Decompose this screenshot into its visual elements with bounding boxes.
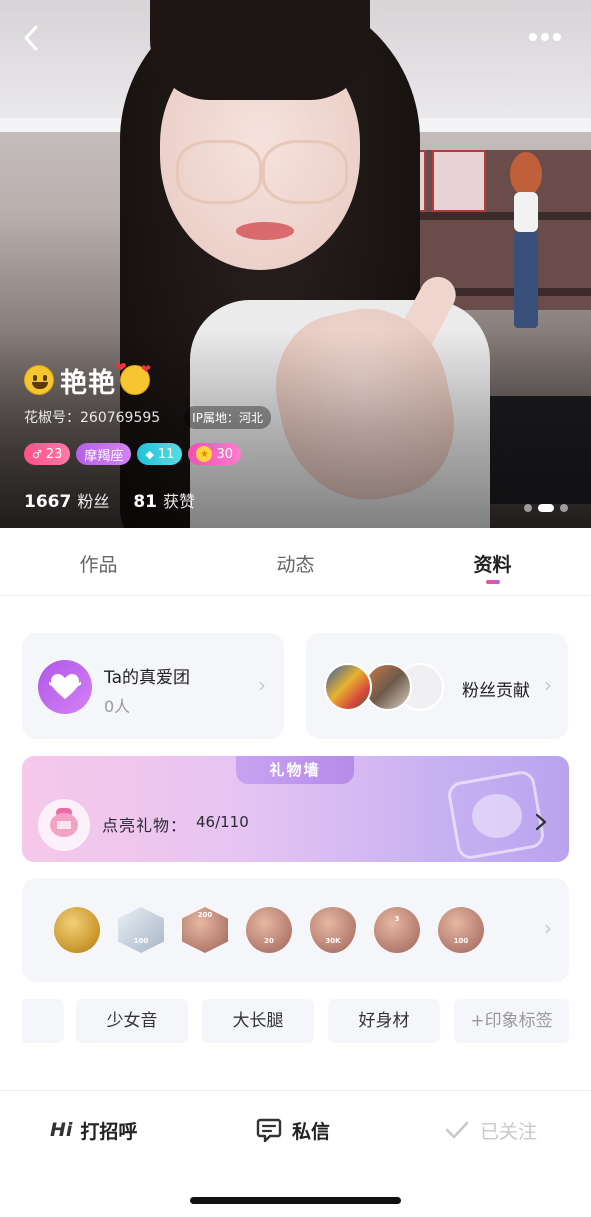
hi-icon: Hi <box>50 1119 73 1141</box>
user-id: 花椒号：260769595 <box>24 410 161 426</box>
message-button[interactable]: 私信 <box>256 1113 330 1147</box>
likes-label: 获赞 <box>163 492 196 511</box>
silver-play-medal-icon: 100 <box>118 907 164 953</box>
bronze-heart-medal-icon: 3 <box>374 907 420 953</box>
star-badge[interactable]: ★ 30 <box>188 443 241 465</box>
gift-icon <box>38 799 90 851</box>
tab-moments[interactable]: 动态 <box>197 528 394 595</box>
tab-works[interactable]: 作品 <box>0 528 197 595</box>
nickname: 艳艳 <box>60 367 116 399</box>
gift-progress: 46/110 <box>196 813 249 831</box>
contributor-avatar <box>324 663 372 711</box>
chevron-right-icon: › <box>544 673 552 697</box>
bronze-100-medal-icon: 100 <box>438 907 484 953</box>
figurine <box>500 152 550 332</box>
profile-tabs: 作品 动态 资料 <box>0 528 591 596</box>
impression-tag[interactable]: 女 <box>22 999 64 1043</box>
bronze-30k-medal-icon: 30K <box>310 907 356 953</box>
fan-club-title: Ta的真爱团 <box>104 668 190 688</box>
page-dot-active <box>538 504 554 512</box>
impression-tag[interactable]: 好身材 <box>328 999 440 1043</box>
gift-wall-card[interactable]: 礼物墙 点亮礼物： 46/110 <box>22 756 569 862</box>
profile-info: 艳艳 花椒号：260769595 IP属地：河北 ♂ 23 摩羯座 ◆ 11 ★… <box>24 360 271 512</box>
fan-club-card[interactable]: Ta的真爱团 0人 › <box>22 633 284 739</box>
impression-tags[interactable]: 女 少女音 大长腿 好身材 +印象标签 <box>22 999 569 1043</box>
active-tab-indicator <box>485 580 500 584</box>
bronze-20-medal-icon: 20 <box>246 907 292 953</box>
heart-face-emoji-icon <box>115 360 151 395</box>
gender-icon: ♂ <box>32 447 42 461</box>
greet-button[interactable]: Hi 打招呼 <box>50 1113 137 1147</box>
followed-button[interactable]: 已关注 <box>444 1113 537 1147</box>
fan-contribution-card[interactable]: 粉丝贡献 › <box>306 633 568 739</box>
tab-profile[interactable]: 资料 <box>394 528 591 595</box>
likes-count: 81 <box>133 492 158 512</box>
page-dot <box>560 504 568 512</box>
level-badge[interactable]: ♂ 23 <box>24 443 71 465</box>
fan-club-count: 0人 <box>104 697 131 716</box>
diamond-badge[interactable]: ◆ 11 <box>137 443 183 465</box>
bottom-action-bar: Hi 打招呼 私信 已关注 <box>0 1090 591 1168</box>
bronze-200-medal-icon: 200 <box>182 907 228 953</box>
gift-wall-tag: 礼物墙 <box>236 756 354 784</box>
fans-label[interactable]: 粉丝 <box>77 488 109 512</box>
smile-emoji-icon <box>24 365 54 395</box>
home-indicator <box>190 1197 401 1204</box>
back-button[interactable] <box>16 22 48 54</box>
gift-light-label: 点亮礼物： <box>102 816 188 835</box>
add-impression-tag-button[interactable]: +印象标签 <box>454 999 569 1043</box>
ip-location-tag: IP属地：河北 <box>184 405 271 429</box>
gold-medal-icon <box>54 907 100 953</box>
chevron-right-icon: › <box>544 916 552 940</box>
fan-club-heart-icon <box>38 660 92 714</box>
chevron-left-icon <box>24 25 38 51</box>
badge-row: ♂ 23 摩羯座 ◆ 11 ★ 30 <box>24 442 271 466</box>
star-icon: ★ <box>196 446 213 462</box>
diamond-icon: ◆ <box>145 447 154 461</box>
medals-card[interactable]: 100 200 20 30K 3 100 › <box>22 878 569 982</box>
photo-page-indicator <box>524 504 574 512</box>
chevron-right-icon <box>535 813 547 831</box>
impression-tag[interactable]: 大长腿 <box>202 999 314 1043</box>
impression-tag[interactable]: 少女音 <box>76 999 188 1043</box>
more-options-button[interactable] <box>524 22 568 52</box>
message-icon <box>256 1118 282 1143</box>
check-icon <box>445 1121 469 1139</box>
page-dot <box>524 504 532 512</box>
chevron-right-icon: › <box>258 673 266 697</box>
fan-contribution-label: 粉丝贡献 <box>462 681 530 701</box>
more-dots-icon <box>529 33 561 41</box>
zodiac-badge[interactable]: 摩羯座 <box>76 443 132 465</box>
stats-row: 1667 粉丝 81 获赞 <box>24 488 271 512</box>
fans-count[interactable]: 1667 <box>24 492 71 512</box>
